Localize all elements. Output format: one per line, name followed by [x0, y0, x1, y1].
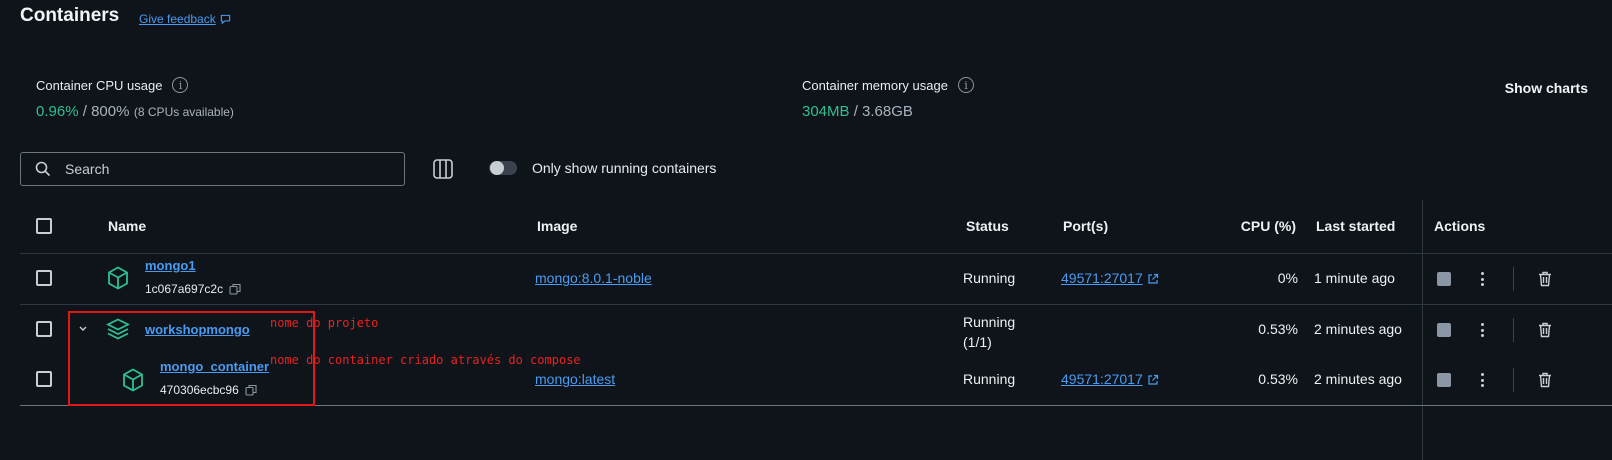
container-id-text: 1c067a697c2c — [145, 282, 224, 296]
memory-usage-value: 304MB / 3.68GB — [802, 103, 913, 121]
memory-separator: / — [849, 103, 863, 120]
trash-icon[interactable] — [1538, 271, 1552, 287]
annotation-container: nome do container criado através do comp… — [270, 353, 581, 367]
columns-icon[interactable] — [432, 158, 454, 180]
kebab-icon[interactable] — [1480, 373, 1484, 387]
cpu-note: (8 CPUs available) — [133, 105, 234, 119]
action-separator — [1513, 368, 1514, 392]
select-all-checkbox[interactable] — [36, 218, 52, 234]
cpu-usage-label-row: Container CPU usage i — [36, 77, 189, 93]
memory-usage-label-row: Container memory usage i — [802, 77, 974, 93]
external-link-icon[interactable] — [1147, 273, 1159, 285]
row-checkbox[interactable] — [36, 321, 52, 337]
row-divider — [20, 304, 1612, 305]
info-icon[interactable]: i — [957, 77, 974, 93]
row-checkbox[interactable] — [36, 371, 52, 387]
port-link-wrap[interactable]: 49571:27017 — [1061, 371, 1159, 389]
running-only-label: Only show running containers — [532, 160, 717, 176]
last-started-text: 2 minutes ago — [1314, 371, 1402, 387]
show-charts-button[interactable]: Show charts — [1505, 80, 1588, 96]
cpu-usage-label: Container CPU usage — [36, 77, 163, 93]
search-box[interactable] — [20, 152, 405, 186]
actions-divider — [1422, 200, 1423, 460]
chat-icon — [220, 14, 230, 24]
cpu-text: 0% — [1277, 270, 1298, 286]
give-feedback-label: Give feedback — [139, 12, 216, 26]
search-icon — [35, 161, 51, 177]
info-icon[interactable]: i — [172, 77, 189, 93]
status-text: Running — [963, 270, 1016, 286]
stop-icon[interactable] — [1437, 373, 1451, 387]
last-started-text: 2 minutes ago — [1314, 321, 1402, 337]
cube-icon — [108, 266, 128, 290]
row-checkbox[interactable] — [36, 270, 52, 286]
port-link-wrap[interactable]: 49571:27017 — [1061, 270, 1159, 288]
column-header-status[interactable]: Status — [966, 218, 1009, 234]
page-title: Containers — [20, 5, 120, 26]
status-line-2: (1/1) — [963, 334, 992, 350]
cpu-text: 0.53% — [1258, 321, 1298, 337]
toggle-knob — [490, 161, 504, 175]
search-input[interactable] — [63, 160, 387, 178]
give-feedback-link[interactable]: Give feedback — [139, 12, 231, 26]
column-header-last-started[interactable]: Last started — [1316, 218, 1395, 234]
action-separator — [1513, 267, 1514, 291]
stop-icon[interactable] — [1437, 323, 1451, 337]
copy-icon[interactable] — [229, 283, 241, 295]
stop-icon[interactable] — [1437, 272, 1451, 286]
image-link[interactable]: mongo:8.0.1-noble — [535, 270, 652, 286]
cpu-text: 0.53% — [1258, 371, 1298, 387]
cpu-total: 800% — [91, 103, 130, 120]
port-link[interactable]: 49571:27017 — [1061, 371, 1143, 387]
port-link[interactable]: 49571:27017 — [1061, 270, 1143, 286]
memory-used: 304MB — [802, 103, 850, 120]
trash-icon[interactable] — [1538, 322, 1552, 338]
trash-icon[interactable] — [1538, 372, 1552, 388]
kebab-icon[interactable] — [1480, 272, 1484, 286]
image-link[interactable]: mongo:latest — [535, 371, 615, 387]
last-started-text: 1 minute ago — [1314, 270, 1395, 286]
status-line-1: Running — [963, 314, 1016, 330]
action-separator — [1513, 318, 1514, 342]
column-header-ports[interactable]: Port(s) — [1063, 218, 1108, 234]
header-divider — [20, 253, 1612, 254]
memory-total: 3.68GB — [862, 103, 913, 120]
cpu-used: 0.96% — [36, 103, 79, 120]
memory-usage-label: Container memory usage — [802, 77, 948, 93]
column-header-cpu[interactable]: CPU (%) — [1216, 218, 1296, 234]
kebab-icon[interactable] — [1480, 323, 1484, 337]
cpu-usage-value: 0.96% / 800% (8 CPUs available) — [36, 103, 234, 121]
status-text: Running — [963, 371, 1016, 387]
container-id: 1c067a697c2c — [145, 282, 241, 296]
column-header-image[interactable]: Image — [537, 218, 577, 234]
column-header-actions: Actions — [1434, 218, 1486, 234]
annotation-project: nome do projeto — [270, 316, 379, 330]
status-text: Running (1/1) — [963, 312, 1015, 352]
column-header-name[interactable]: Name — [108, 218, 146, 234]
cpu-separator: / — [78, 103, 92, 120]
running-only-toggle[interactable] — [489, 161, 517, 175]
container-name-link[interactable]: mongo1 — [145, 258, 196, 273]
external-link-icon[interactable] — [1147, 374, 1159, 386]
